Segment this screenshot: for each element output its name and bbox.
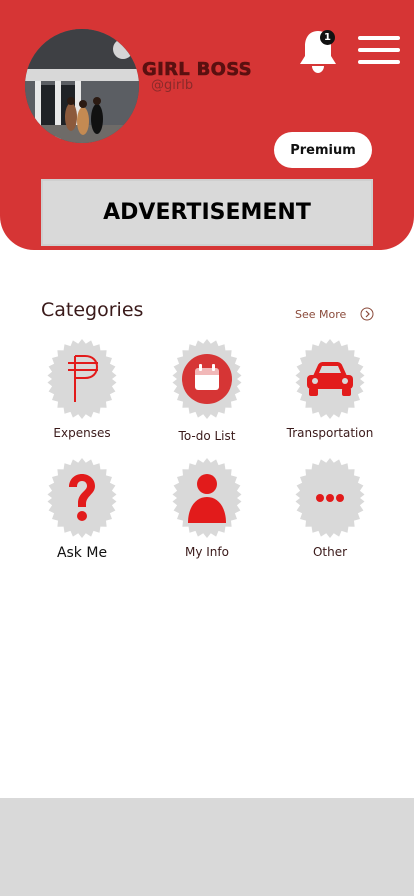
advertisement-banner[interactable]: ADVERTISEMENT: [41, 179, 373, 246]
peso-sign-icon: [68, 355, 99, 402]
profile-avatar[interactable]: [25, 29, 139, 143]
category-badge: [41, 457, 123, 539]
chevron-right-icon: [360, 307, 374, 321]
hamburger-menu-button[interactable]: [358, 34, 400, 66]
categories-title: Categories: [41, 299, 144, 321]
question-mark-icon: [69, 474, 95, 521]
car-icon: [307, 362, 353, 396]
person-icon: [188, 474, 226, 523]
category-ask-me[interactable]: Ask Me: [27, 457, 137, 561]
category-label: My Info: [185, 545, 229, 559]
category-badge: [41, 338, 123, 420]
notification-button[interactable]: 1: [297, 28, 339, 74]
category-transportation[interactable]: Transportation: [275, 338, 385, 440]
category-badge: [289, 338, 371, 420]
calendar-icon: [182, 354, 232, 404]
category-expenses[interactable]: Expenses: [27, 338, 137, 440]
category-label: Transportation: [286, 426, 374, 440]
see-more-label: See More: [295, 307, 347, 321]
category-todo-list[interactable]: To-do List: [152, 338, 262, 443]
hamburger-menu-icon: [358, 36, 400, 40]
category-badge: [166, 338, 248, 420]
profile-header: GIRL BOSS @girlb 1 Premium ADVERTISEMENT: [0, 0, 414, 250]
hamburger-menu-icon: [358, 48, 400, 52]
avatar-photo: [25, 29, 139, 143]
category-my-info[interactable]: My Info: [152, 457, 262, 559]
hamburger-menu-icon: [358, 60, 400, 64]
category-badge: [289, 457, 371, 539]
category-other[interactable]: Other: [275, 457, 385, 559]
category-label: Other: [312, 545, 348, 559]
category-label: To-do List: [178, 429, 236, 443]
profile-name: GIRL BOSS: [142, 59, 252, 81]
notification-count-badge: 1: [320, 30, 335, 45]
category-label: Ask Me: [56, 545, 108, 561]
category-badge: [166, 457, 248, 539]
ellipsis-icon: [316, 494, 344, 502]
category-label: Expenses: [53, 426, 111, 440]
bottom-bar: [0, 798, 414, 896]
premium-button[interactable]: Premium: [274, 132, 372, 168]
see-more-link[interactable]: See More: [295, 307, 374, 321]
profile-handle: @girlb: [151, 78, 194, 93]
